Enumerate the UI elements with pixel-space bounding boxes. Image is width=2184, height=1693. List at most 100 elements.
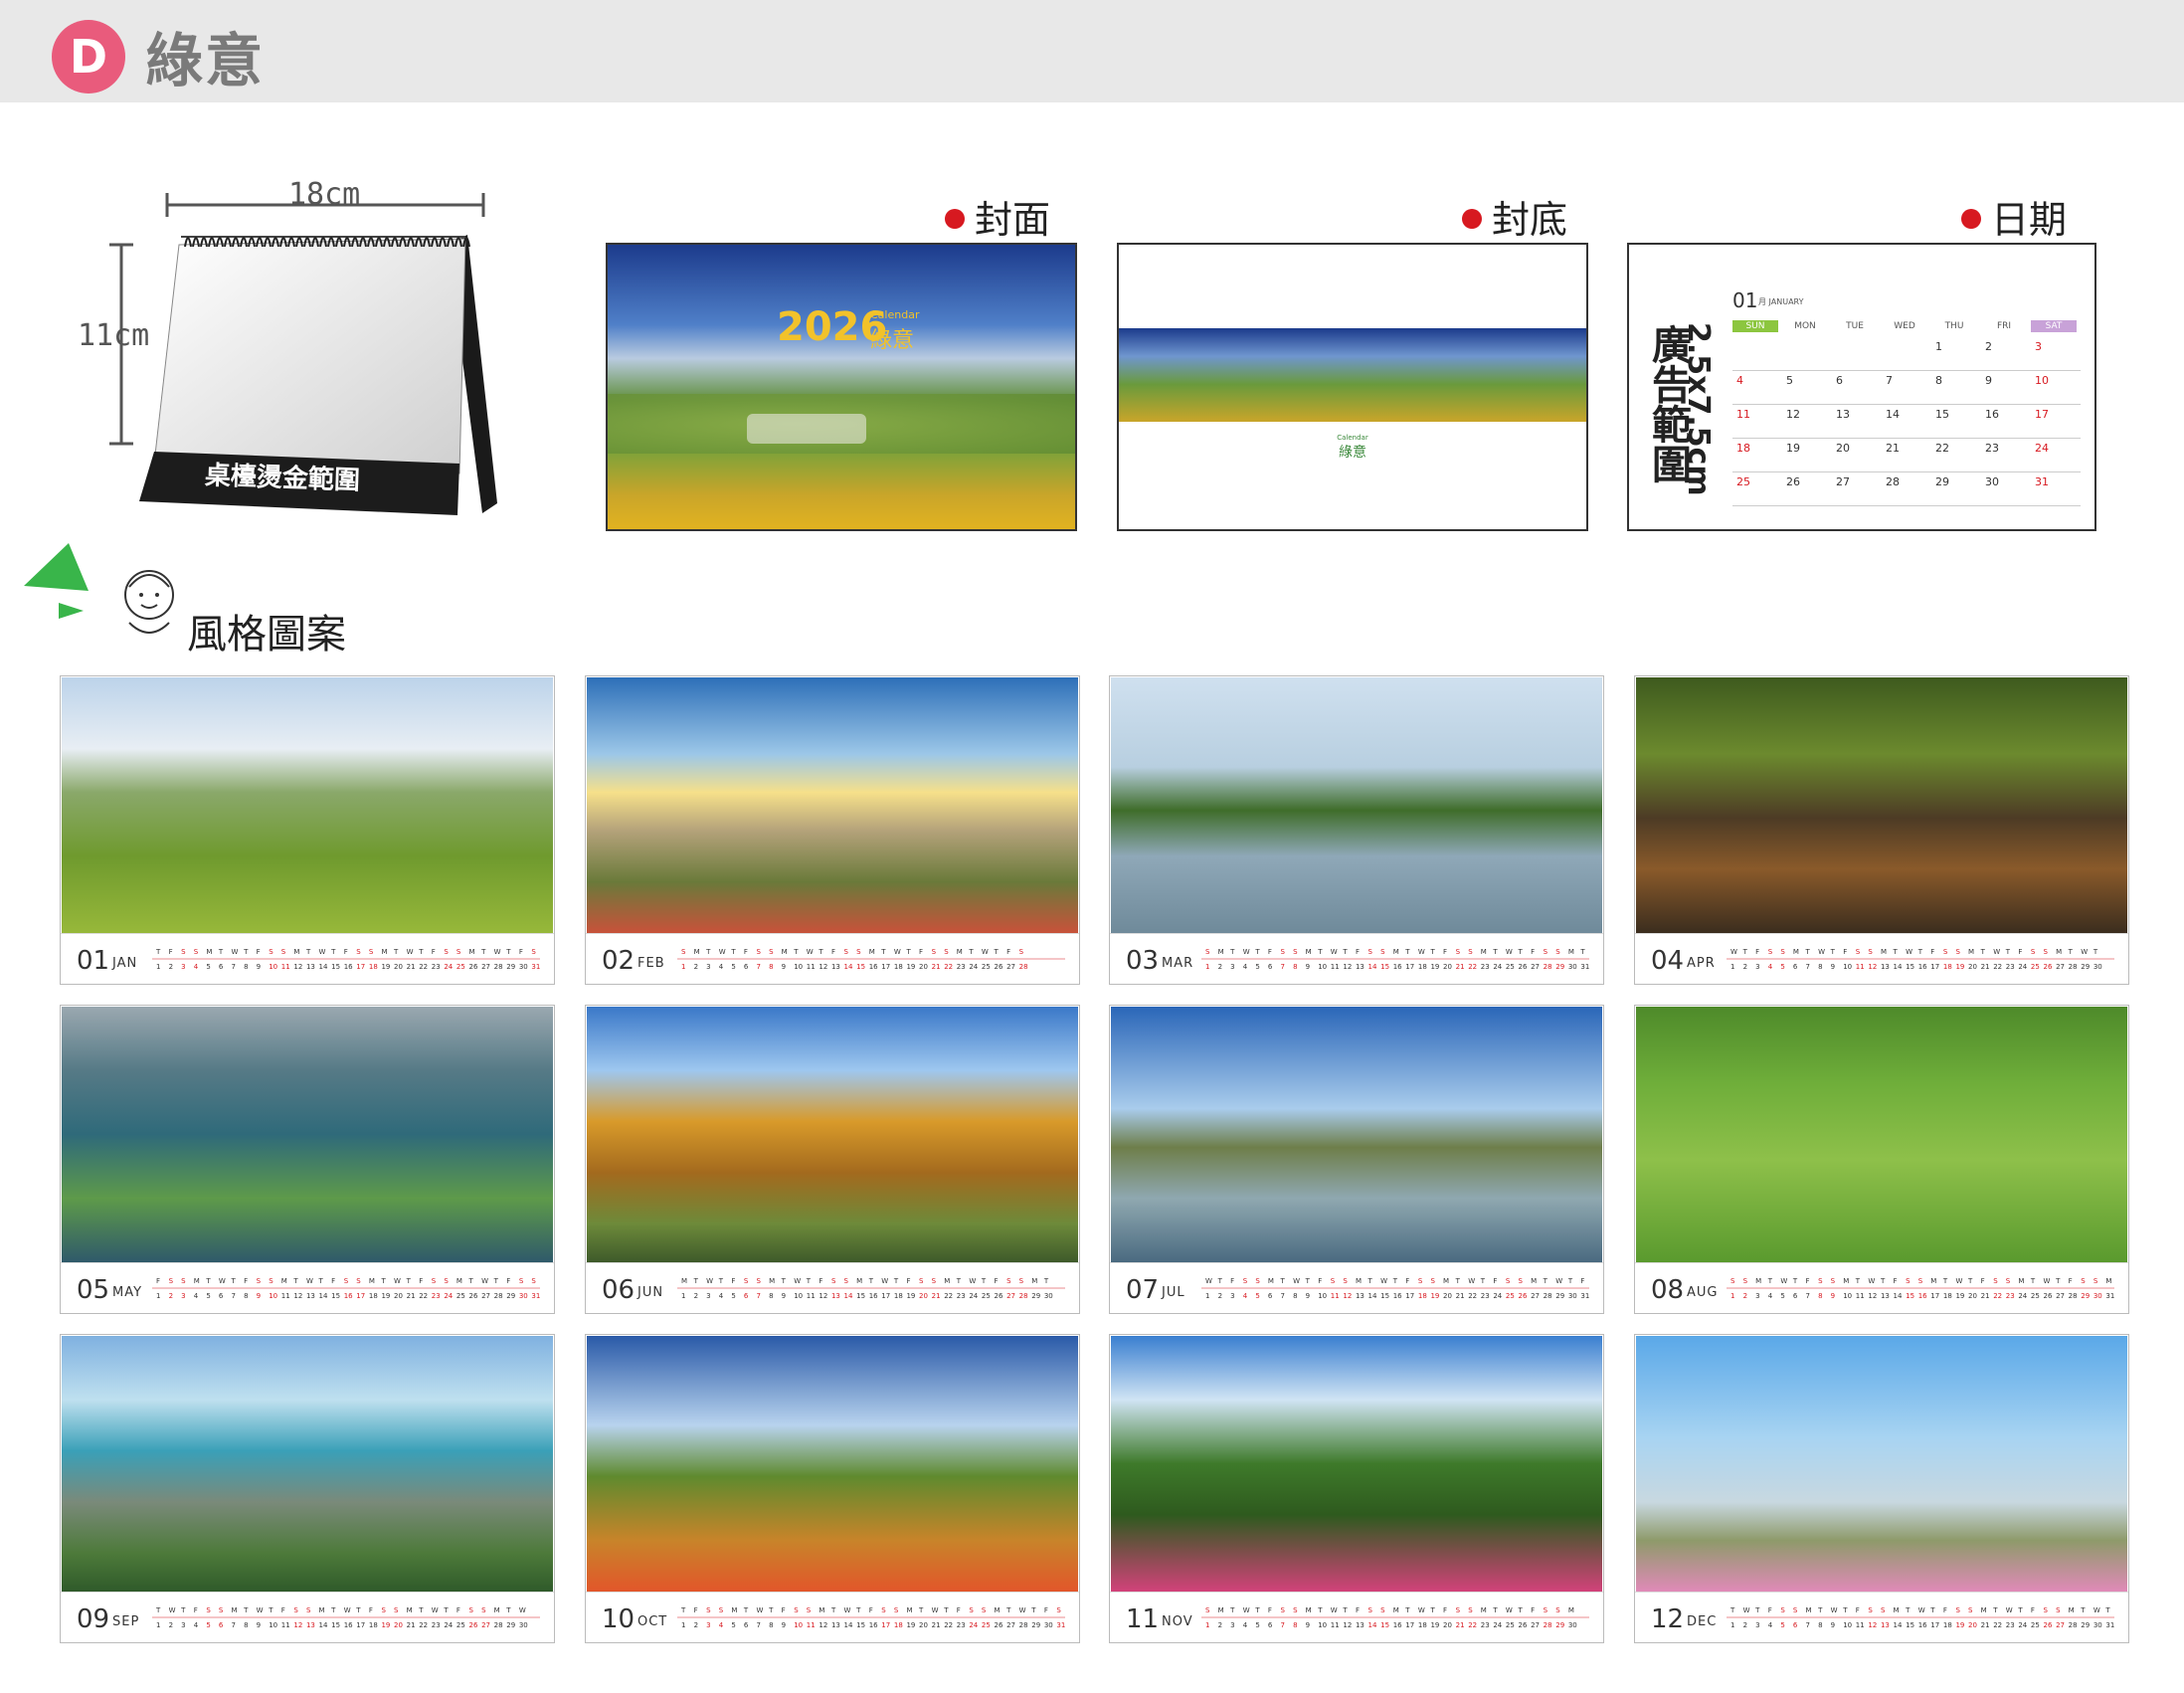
day-number: 24 (969, 1621, 978, 1629)
cover-section-label: 封面 (945, 189, 1050, 244)
day-number: 13 (306, 1292, 315, 1300)
weekday-letter: T (243, 948, 249, 956)
day-number: 9 (1306, 1621, 1310, 1629)
weekday-letter: F (156, 1277, 160, 1285)
weekday-letter: F (1443, 948, 1447, 956)
day-number: 12 (293, 1621, 302, 1629)
day-number: 2 (169, 1292, 173, 1300)
day-number: 10 (1843, 1621, 1852, 1629)
header-bar: D 綠意 (0, 0, 2184, 102)
day-number: 6 (1268, 963, 1273, 971)
day-number: 31 (531, 963, 540, 971)
weekday-letter: W (219, 1277, 226, 1285)
month-number: 08 (1651, 1275, 1685, 1305)
weekday-letter: S (531, 1277, 536, 1285)
day-number: 27 (1006, 963, 1015, 971)
weekday-letter: W (1506, 1606, 1513, 1614)
day-number: 1 (681, 1621, 685, 1629)
day-number: 26 (2044, 1621, 2053, 1629)
day-number: 3 (1230, 963, 1234, 971)
imprint-area-label: 桌檯燙金範圍 (204, 461, 361, 496)
dates-month-name: 月 JANUARY (1758, 297, 1804, 306)
day-number: 15 (856, 963, 865, 971)
date-cell: 31 (2035, 475, 2049, 488)
weekday-letter: S (1456, 1606, 1461, 1614)
weekday-letter: T (1804, 948, 1810, 956)
day-number: 17 (1930, 963, 1939, 971)
day-number: 16 (1393, 1621, 1402, 1629)
pencil-doodle-icon (24, 543, 174, 634)
day-number: 19 (381, 1621, 390, 1629)
weekday-letter: S (381, 1606, 386, 1614)
weekday-letter: T (2030, 1277, 2036, 1285)
weekday-letter: T (1929, 1606, 1935, 1614)
day-number: 25 (456, 1292, 465, 1300)
day-number: 13 (1356, 1621, 1365, 1629)
back-landscape-strip (1119, 328, 1586, 422)
day-number: 13 (1881, 1292, 1890, 1300)
day-number: 1 (1730, 1621, 1734, 1629)
month-name: JAN (112, 956, 138, 971)
weekday-letter: M (1568, 1606, 1574, 1614)
weekday-letter: M (1268, 1277, 1274, 1285)
day-number: 28 (1019, 1621, 1028, 1629)
day-number: 19 (1430, 1621, 1439, 1629)
day-number: 22 (944, 1621, 953, 1629)
day-number: 5 (731, 1621, 735, 1629)
day-number: 21 (1456, 963, 1465, 971)
day-number: 16 (344, 1292, 353, 1300)
month-name: MAR (1162, 956, 1194, 971)
day-number: 15 (856, 1621, 865, 1629)
month-footer: 10 OCT T 1 F 2 S 3 S 4 M 5 T 6 W 7 T 8 F 9 S 10 S 11 M 12 T 13 W 14 T 1… (586, 1592, 1079, 1642)
day-number: 14 (1894, 1292, 1903, 1300)
day-number: 3 (706, 1621, 710, 1629)
red-dot-icon (1961, 208, 1981, 229)
day-number: 30 (1568, 1621, 1577, 1629)
month-footer: 02 FEB S 1 M 2 T 3 W 4 T 5 F 6 S 7 S 8 M 9 T 10 W 11 T 12 F 13 S 14 S 1… (586, 933, 1079, 984)
day-number: 2 (169, 963, 173, 971)
dates-month-number: 01 (1732, 288, 1758, 312)
day-number: 8 (244, 1621, 248, 1629)
weekday-letter: M (1981, 1606, 1987, 1614)
weekday-letter: F (744, 948, 748, 956)
day-number: 20 (1968, 1292, 1977, 1300)
date-strip: S1M2T3W4T5F6S7S8M9T10W11T12F13S14S15M16T… (1201, 948, 1589, 971)
weekday-letter: S (807, 1606, 812, 1614)
day-number: 13 (1881, 1621, 1890, 1629)
day-number: 30 (1568, 1292, 1577, 1300)
weekday-letter: T (268, 1606, 273, 1614)
month-card: 06 JUN M 1 T 2 W 3 T 4 F 5 S 6 S 7 M 8 T 9 W 10 T 11 F 12 S 13 S 14 M 1… (585, 1005, 1080, 1314)
weekday-letter: S (1430, 1277, 1435, 1285)
day-number: 31 (2105, 1292, 2114, 1300)
day-number: 10 (269, 1621, 277, 1629)
weekday-letter: T (468, 1277, 474, 1285)
day-number: 24 (1493, 1292, 1502, 1300)
day-number: 21 (407, 963, 416, 971)
weekday-letter: F (257, 948, 261, 956)
date-strip: S1M2T3W4T5F6S7S8M9T10W11T12F13S14S15M16T… (1201, 1606, 1589, 1629)
day-number: 22 (1993, 963, 2002, 971)
month-photo (1636, 677, 2127, 933)
weekday-header: SUN (1732, 320, 1778, 332)
weekday-letter: W (257, 1606, 264, 1614)
weekday-letter: T (243, 1606, 249, 1614)
month-number: 12 (1651, 1604, 1685, 1634)
day-number: 7 (231, 1292, 235, 1300)
weekday-letter: S (1280, 948, 1285, 956)
weekday-letter: S (194, 948, 199, 956)
date-cell: 14 (1886, 408, 1900, 421)
day-number: 25 (2031, 1292, 2040, 1300)
day-number: 28 (1544, 1621, 1552, 1629)
day-number: 21 (1456, 1292, 1465, 1300)
weekday-letter: M (494, 1606, 500, 1614)
day-number: 10 (1843, 1292, 1852, 1300)
date-strip: S1S2M3T4W5T6F7S8S9M10T11W12T13F14S15S16M… (1727, 1277, 2114, 1300)
day-number: 12 (293, 1292, 302, 1300)
month-card: 12 DEC T 1 W 2 T 3 F 4 S 5 S 6 M 7 T 8 W 9 T 10 F 11 S 12 S 13 M 14 T 1… (1634, 1334, 2129, 1643)
weekday-letter: T (768, 1606, 774, 1614)
weekday-letter: W (1955, 1277, 1962, 1285)
day-number: 7 (1280, 1292, 1284, 1300)
weekday-letter: T (155, 1606, 161, 1614)
day-number: 11 (807, 1292, 816, 1300)
weekday-letter: F (1006, 948, 1010, 956)
